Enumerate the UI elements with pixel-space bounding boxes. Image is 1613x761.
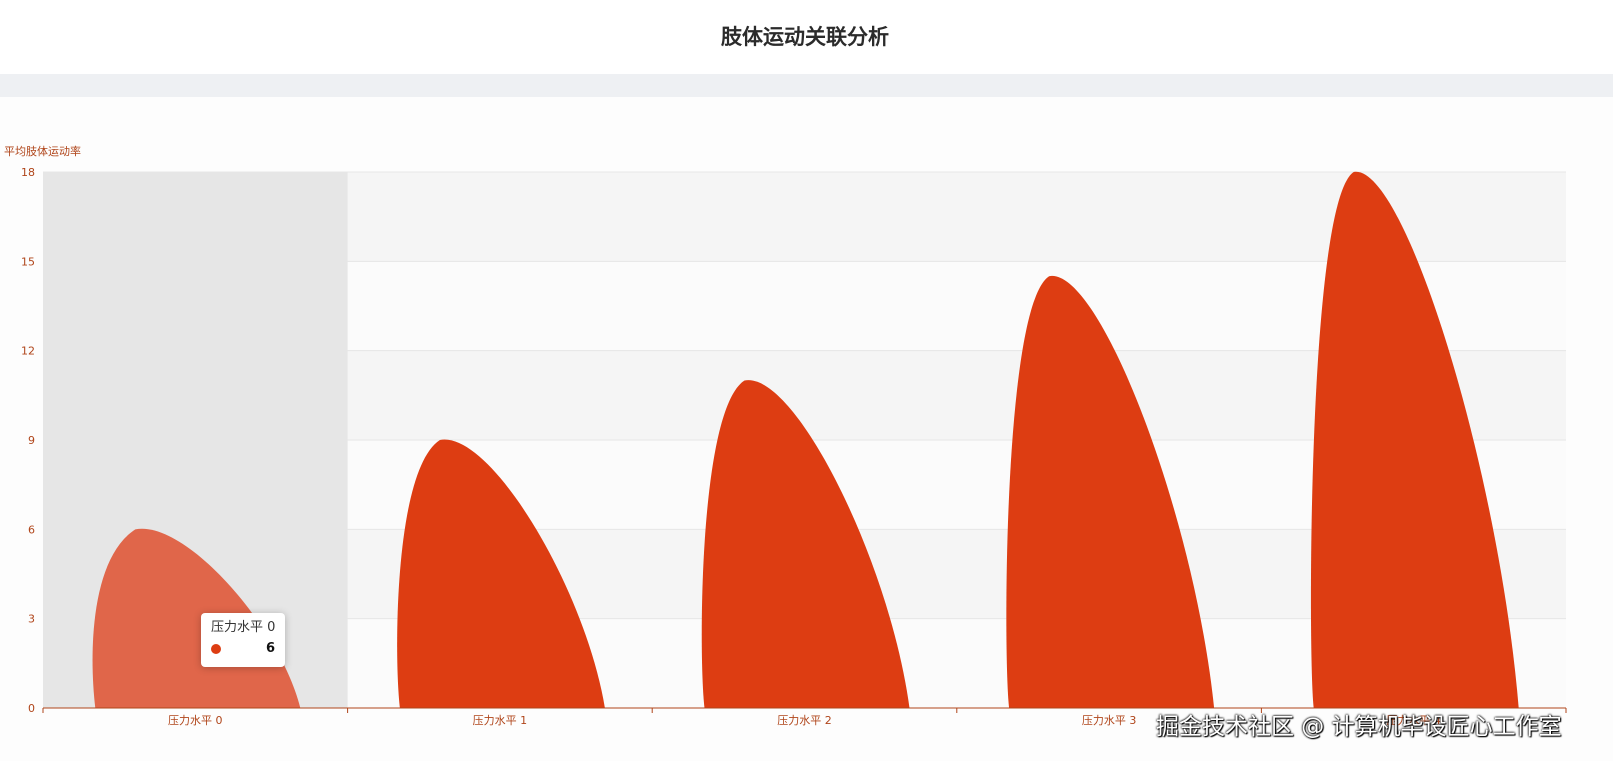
y-axis-title: 平均肢体运动率 (4, 144, 81, 158)
tooltip: 压力水平 0 6 (201, 613, 285, 667)
tooltip-row: 6 (211, 641, 275, 656)
x-tick-label: 压力水平 1 (473, 714, 528, 727)
y-tick-labels: 0 3 6 9 12 15 18 (21, 166, 35, 715)
watermark: 掘金技术社区 @ 计算机毕设匠心工作室 (1156, 714, 1562, 740)
x-tick-label: 压力水平 0 (168, 714, 223, 727)
y-tick-label: 0 (28, 702, 35, 715)
y-tick-label: 6 (28, 523, 35, 536)
x-tick-label: 压力水平 2 (777, 714, 832, 727)
x-tick-label: 压力水平 3 (1082, 714, 1137, 727)
y-tick-label: 12 (21, 345, 35, 358)
tooltip-value: 6 (265, 641, 275, 656)
y-tick-label: 9 (28, 434, 35, 447)
y-tick-label: 15 (21, 255, 35, 268)
y-tick-label: 18 (21, 166, 35, 179)
y-tick-label: 3 (28, 613, 35, 626)
tooltip-title: 压力水平 0 (211, 620, 276, 635)
tooltip-marker-icon (211, 643, 221, 654)
